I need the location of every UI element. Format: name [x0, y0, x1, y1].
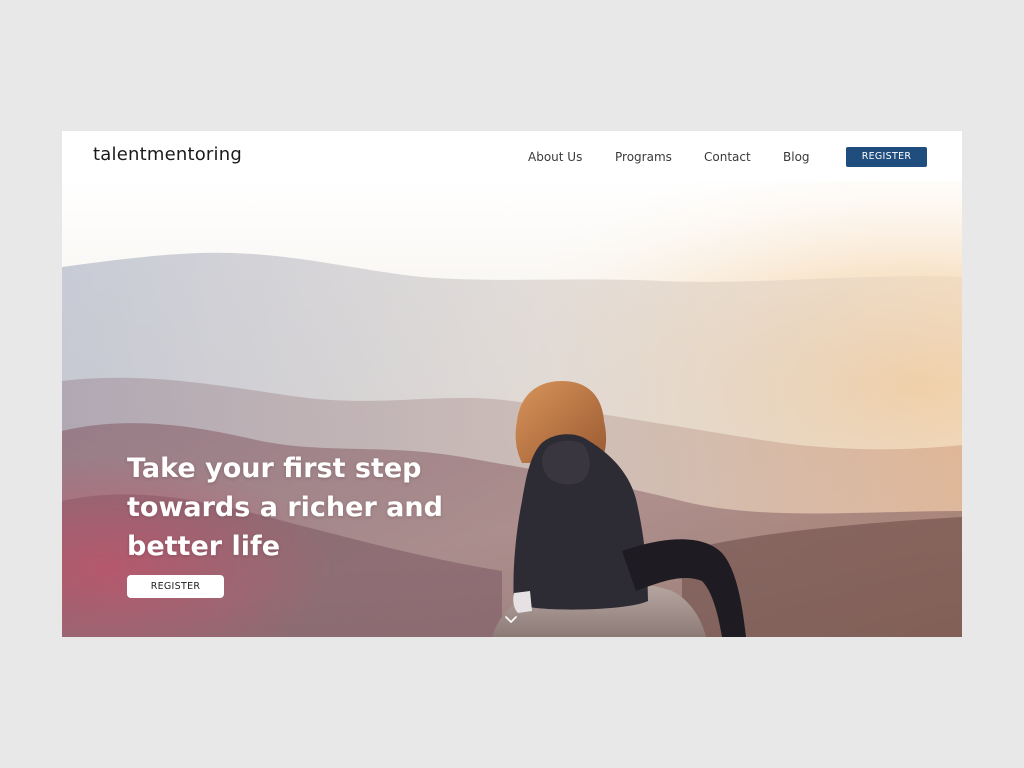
- nav-link-contact[interactable]: Contact: [704, 150, 751, 164]
- nav-register-button[interactable]: REGISTER: [846, 147, 927, 167]
- hero-headline-line-1: Take your first step: [127, 453, 422, 485]
- hero-background-image: [62, 181, 962, 637]
- nav-link-programs[interactable]: Programs: [615, 150, 672, 164]
- chevron-down-icon[interactable]: [503, 614, 519, 626]
- hero-register-button[interactable]: REGISTER: [127, 575, 224, 598]
- hero-headline: Take your first step towards a richer an…: [127, 449, 467, 566]
- top-navigation: talentmentoring About Us Programs Contac…: [62, 131, 962, 181]
- nav-link-blog[interactable]: Blog: [783, 150, 810, 164]
- hero-section: Take your first step towards a richer an…: [62, 181, 962, 637]
- browser-frame: talentmentoring About Us Programs Contac…: [62, 131, 962, 637]
- hero-headline-line-3: better life: [127, 531, 281, 563]
- site-logo[interactable]: talentmentoring: [93, 144, 242, 165]
- hero-headline-line-2: towards a richer and: [127, 492, 443, 524]
- nav-link-about-us[interactable]: About Us: [528, 150, 582, 164]
